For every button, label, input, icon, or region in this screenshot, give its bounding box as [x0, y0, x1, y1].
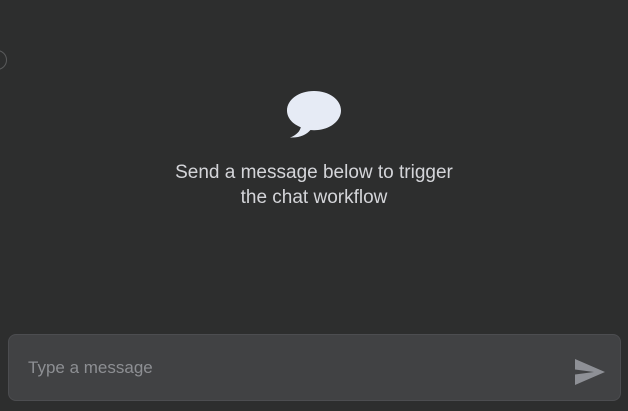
panel-toggle-handle[interactable] [0, 50, 7, 70]
send-button[interactable] [574, 358, 606, 386]
empty-state-line-1: Send a message below to trigger [175, 162, 453, 183]
empty-state-message: Send a message below to trigger the chat… [154, 160, 474, 210]
message-composer [8, 334, 621, 401]
empty-state: Send a message below to trigger the chat… [0, 89, 628, 210]
message-input[interactable] [9, 335, 620, 400]
send-icon [575, 359, 605, 385]
empty-state-line-2: the chat workflow [240, 187, 388, 208]
chat-bubble-icon [287, 91, 341, 138]
